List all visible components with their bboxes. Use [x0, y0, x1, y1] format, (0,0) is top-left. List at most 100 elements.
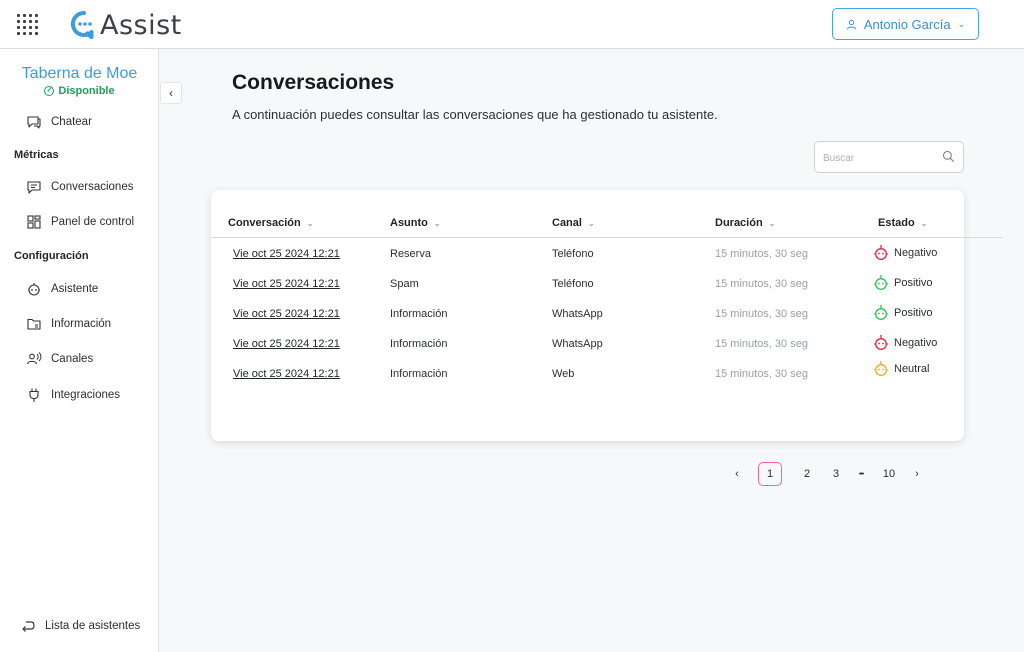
subject-cell: Información — [390, 308, 448, 320]
sidebar-item-chat[interactable]: Chatear — [26, 114, 92, 130]
duration-cell: 15 minutos, 30 seg — [715, 308, 808, 320]
status-label: Negativo — [894, 337, 938, 349]
assistant-brand-name: Taberna de Moe — [21, 65, 138, 82]
search-icon[interactable] — [942, 150, 955, 168]
pagination-prev-button[interactable]: ‹ — [728, 462, 746, 486]
robot-icon — [26, 281, 42, 297]
sidebar-item-label: Canales — [51, 353, 94, 365]
channel-cell: Teléfono — [552, 278, 594, 290]
user-menu-button[interactable]: Antonio García ⌄ — [832, 8, 979, 40]
app-logo[interactable]: Assist — [70, 9, 182, 41]
table-row: Vie oct 25 2024 12:21 Reserva Teléfono 15 m… — [211, 244, 964, 276]
sidebar: Taberna de Moe ✓ Disponible Chatear Métr… — [0, 49, 159, 652]
sidebar-item-label: Chatear — [51, 116, 92, 128]
subject-cell: Spam — [390, 278, 419, 290]
section-metrics: Métricas — [14, 149, 59, 161]
status-cell: Positivo — [873, 274, 933, 292]
table-header: Conversación ⌄ Asunto ⌄ Canal ⌄ Duración ⌄ E… — [211, 212, 1003, 238]
sort-chevron-icon: ⌄ — [433, 218, 441, 228]
status-label: Positivo — [894, 277, 933, 289]
pagination-page-2[interactable]: 2 — [796, 462, 818, 486]
conversation-date-link[interactable]: Vie oct 25 2024 12:21 — [233, 276, 340, 292]
sort-chevron-icon: ⌄ — [920, 218, 928, 228]
status-label: Neutral — [894, 363, 930, 375]
channel-cell: Teléfono — [552, 248, 594, 260]
sidebar-item-label: Panel de control — [51, 216, 135, 228]
check-circle-icon: ✓ — [44, 86, 55, 96]
conversation-date-link[interactable]: Vie oct 25 2024 12:21 — [233, 246, 340, 262]
sidebar-item-information[interactable]: Información — [26, 316, 111, 332]
chevron-down-icon: ⌄ — [957, 18, 966, 29]
table-row: Vie oct 25 2024 12:21 Información WhatsApp… — [211, 304, 964, 336]
sidebar-item-label: Conversaciones — [51, 181, 134, 193]
collapse-sidebar-button[interactable]: ‹ — [160, 82, 182, 104]
duration-cell: 15 minutos, 30 seg — [715, 338, 808, 350]
status-cell: Negativo — [873, 334, 937, 352]
return-arrow-icon — [20, 618, 36, 634]
status-cell: Negativo — [873, 244, 937, 262]
channel-cell: WhatsApp — [552, 338, 603, 350]
logo-chat-icon — [71, 10, 94, 39]
column-header-status[interactable]: Estado ⌄ — [878, 217, 927, 229]
sidebar-item-conversations[interactable]: Conversaciones — [26, 179, 133, 195]
sentiment-robot-icon — [874, 275, 888, 290]
pagination-page-3[interactable]: 3 — [825, 462, 847, 486]
sentiment-robot-icon — [874, 305, 888, 320]
table-row: Vie oct 25 2024 12:21 Información Web 15 mi… — [211, 361, 964, 396]
sidebar-item-assistant[interactable]: Asistente — [26, 281, 98, 297]
page-description: A continuación puedes consultar las conv… — [232, 107, 718, 122]
sidebar-item-channels[interactable]: Canales — [26, 351, 93, 367]
conversation-date-link[interactable]: Vie oct 25 2024 12:21 — [233, 306, 340, 322]
chevron-left-icon: ‹ — [169, 86, 173, 100]
sort-chevron-icon: ⌄ — [768, 218, 776, 228]
status-badge: ✓ Disponible — [0, 85, 159, 97]
table-row: Vie oct 25 2024 12:21 Spam Teléfono 15 minu… — [211, 274, 964, 306]
sidebar-item-integrations[interactable]: Integraciones — [26, 387, 120, 403]
duration-cell: 15 minutos, 30 seg — [715, 248, 808, 260]
sidebar-item-dashboard[interactable]: Panel de control — [26, 214, 134, 230]
message-lines-icon — [26, 179, 42, 195]
page-title: Conversaciones — [232, 71, 395, 94]
pagination-next-button[interactable]: › — [908, 462, 926, 486]
search-input[interactable] — [823, 149, 938, 167]
status-label: Disponible — [58, 85, 115, 97]
sort-chevron-icon: ⌄ — [306, 218, 314, 228]
column-header-conversation[interactable]: Conversación ⌄ — [228, 217, 313, 229]
top-bar: Assist Antonio García ⌄ — [0, 0, 1024, 49]
sidebar-item-label: Lista de asistentes — [45, 620, 141, 632]
duration-cell: 15 minutos, 30 seg — [715, 278, 808, 290]
app-name: Assist — [100, 9, 182, 41]
folder-icon — [26, 316, 42, 332]
chat-bubble-icon — [26, 114, 42, 130]
subject-cell: Información — [390, 338, 448, 350]
conversation-date-link[interactable]: Vie oct 25 2024 12:21 — [233, 336, 340, 352]
column-header-duration[interactable]: Duración ⌄ — [715, 217, 775, 229]
column-header-subject[interactable]: Asunto ⌄ — [390, 217, 441, 229]
search-box — [814, 141, 964, 173]
duration-cell: 15 minutos, 30 seg — [715, 368, 808, 380]
status-label: Positivo — [894, 307, 933, 319]
pagination-page-1[interactable]: 1 — [758, 462, 782, 486]
dashboard-grid-icon — [26, 214, 42, 230]
sidebar-item-label: Integraciones — [51, 389, 121, 401]
assistants-list-link[interactable]: Lista de asistentes — [20, 618, 140, 634]
user-icon — [846, 19, 856, 29]
section-config: Configuración — [14, 250, 89, 262]
sentiment-robot-icon — [874, 361, 888, 376]
sentiment-robot-icon — [874, 335, 888, 350]
sentiment-robot-icon — [874, 245, 888, 260]
channel-cell: WhatsApp — [552, 308, 603, 320]
sort-chevron-icon: ⌄ — [587, 218, 595, 228]
plug-icon — [26, 387, 42, 403]
apps-grid-icon[interactable] — [17, 14, 38, 35]
conversations-table-card: Conversación ⌄ Asunto ⌄ Canal ⌄ Duración ⌄ E… — [211, 190, 1003, 441]
status-cell: Neutral — [873, 360, 929, 378]
channel-cell: Web — [552, 368, 575, 380]
status-cell: Positivo — [873, 304, 933, 322]
subject-cell: Reserva — [390, 248, 431, 260]
pagination-page-10[interactable]: 10 — [877, 462, 901, 486]
conversation-date-link[interactable]: Vie oct 25 2024 12:21 — [233, 366, 340, 382]
status-label: Negativo — [894, 247, 938, 259]
column-header-channel[interactable]: Canal ⌄ — [552, 217, 595, 229]
table-row: Vie oct 25 2024 12:21 Información WhatsApp… — [211, 334, 964, 366]
